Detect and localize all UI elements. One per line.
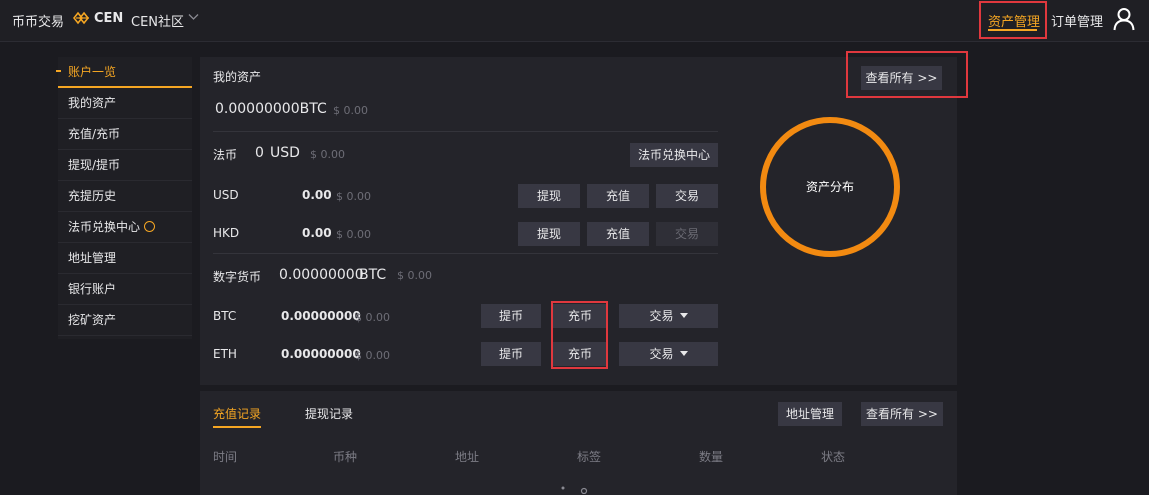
usd-deposit-button[interactable]: 充值 — [587, 184, 649, 208]
total-btc-value: 0.00000000BTC — [215, 101, 327, 117]
usd-trade-button[interactable]: 交易 — [656, 184, 718, 208]
fiat-row-amount: 0.00 — [302, 226, 332, 240]
sidebar-item-withdraw[interactable]: 提现/提币 — [58, 150, 192, 181]
sidebar: 账户一览 我的资产 充值/充币 提现/提币 充提历史 法币兑换中心 地址管理 银… — [56, 57, 192, 339]
nav-community[interactable]: CEN社区 — [131, 11, 184, 30]
assets-title: 我的资产 — [213, 70, 262, 84]
column-header-quantity: 数量 — [699, 450, 724, 464]
sidebar-item-deposit[interactable]: 充值/充币 — [58, 119, 192, 150]
fiat-row-currency: USD — [213, 188, 239, 202]
column-header-time: 时间 — [213, 450, 238, 464]
btc-deposit-button[interactable]: 充币 — [553, 304, 607, 328]
hkd-trade-button: 交易 — [656, 222, 718, 246]
fiat-usd-value: $ 0.00 — [310, 148, 345, 161]
trade-label: 交易 — [649, 309, 674, 323]
nav-asset-management[interactable]: 资产管理 — [988, 11, 1040, 30]
sidebar-item-bank-account[interactable]: 银行账户 — [58, 274, 192, 305]
crypto-row-amount: 0.00000000 — [281, 309, 361, 323]
eth-withdraw-button[interactable]: 提币 — [481, 342, 541, 366]
crypto-row-usd: $ 0.00 — [355, 349, 390, 362]
divider — [213, 253, 718, 254]
column-header-status: 状态 — [821, 450, 846, 464]
total-btc-amount: 0.00000000 — [215, 101, 300, 117]
crypto-row-usd: $ 0.00 — [355, 311, 390, 324]
eth-deposit-button[interactable]: 充币 — [553, 342, 607, 366]
sidebar-item-fiat-exchange[interactable]: 法币兑换中心 — [58, 212, 192, 243]
top-nav-bar: 币币交易 CEN CEN社区 资产管理 订单管理 — [0, 0, 1149, 42]
caret-down-icon — [679, 351, 688, 356]
address-management-button[interactable]: 地址管理 — [778, 402, 842, 426]
usd-withdraw-button[interactable]: 提现 — [518, 184, 580, 208]
btc-trade-dropdown[interactable]: 交易 — [619, 304, 718, 328]
eth-trade-dropdown[interactable]: 交易 — [619, 342, 718, 366]
sidebar-item-mining-assets[interactable]: 挖矿资产 — [58, 305, 192, 336]
fiat-unit: USD — [270, 145, 300, 161]
fiat-row-currency: HKD — [213, 226, 240, 240]
hkd-withdraw-button[interactable]: 提现 — [518, 222, 580, 246]
fiat-row-amount: 0.00 — [302, 188, 332, 202]
view-all-assets-button[interactable]: 查看所有 >> — [861, 66, 942, 90]
fiat-row-usd: $ 0.00 — [336, 228, 371, 241]
sidebar-item-history[interactable]: 充提历史 — [58, 181, 192, 212]
fiat-label: 法币 — [213, 148, 238, 162]
trade-label: 交易 — [649, 347, 674, 361]
sidebar-item-label: 法币兑换中心 — [68, 220, 141, 234]
caret-down-icon — [679, 313, 688, 318]
asset-distribution-ring: 资产分布 — [760, 117, 900, 257]
crypto-unit: BTC — [359, 267, 387, 283]
tab-withdraw-records[interactable]: 提现记录 — [305, 405, 353, 422]
crypto-usd-value: $ 0.00 — [397, 269, 432, 282]
view-all-records-button[interactable]: 查看所有 >> — [861, 402, 943, 426]
total-btc-unit: BTC — [299, 101, 327, 117]
column-header-tag: 标签 — [577, 450, 602, 464]
hkd-deposit-button[interactable]: 充值 — [587, 222, 649, 246]
divider — [213, 131, 718, 132]
fiat-row-usd: $ 0.00 — [336, 190, 371, 203]
column-header-address: 地址 — [455, 450, 480, 464]
sidebar-item-account-overview[interactable]: 账户一览 — [58, 57, 192, 88]
crypto-row-currency: BTC — [213, 309, 237, 323]
brand-name[interactable]: CEN — [94, 11, 123, 26]
user-icon[interactable] — [1113, 7, 1135, 31]
loading-spinner-icon — [561, 486, 588, 494]
cen-logo-icon — [73, 11, 90, 25]
nav-coin-trade[interactable]: 币币交易 — [12, 11, 64, 30]
column-header-currency: 币种 — [333, 450, 358, 464]
crypto-row-currency: ETH — [213, 347, 237, 361]
tab-deposit-records[interactable]: 充值记录 — [213, 405, 262, 428]
sidebar-item-my-assets[interactable]: 我的资产 — [58, 88, 192, 119]
chevron-down-icon[interactable] — [188, 13, 199, 21]
active-nav-underline — [988, 29, 1037, 31]
fiat-amount: 0 — [255, 145, 264, 161]
asset-distribution-label: 资产分布 — [805, 180, 854, 194]
nav-order-management[interactable]: 订单管理 — [1051, 11, 1103, 30]
crypto-label: 数字货币 — [213, 270, 262, 284]
crypto-row-amount: 0.00000000 — [281, 347, 361, 361]
btc-withdraw-button[interactable]: 提币 — [481, 304, 541, 328]
fiat-exchange-center-button[interactable]: 法币兑换中心 — [630, 143, 718, 167]
crypto-amount: 0.00000000 — [279, 267, 364, 283]
sidebar-item-address[interactable]: 地址管理 — [58, 243, 192, 274]
total-usd-value: $ 0.00 — [333, 104, 368, 117]
coin-badge-icon — [144, 221, 156, 232]
